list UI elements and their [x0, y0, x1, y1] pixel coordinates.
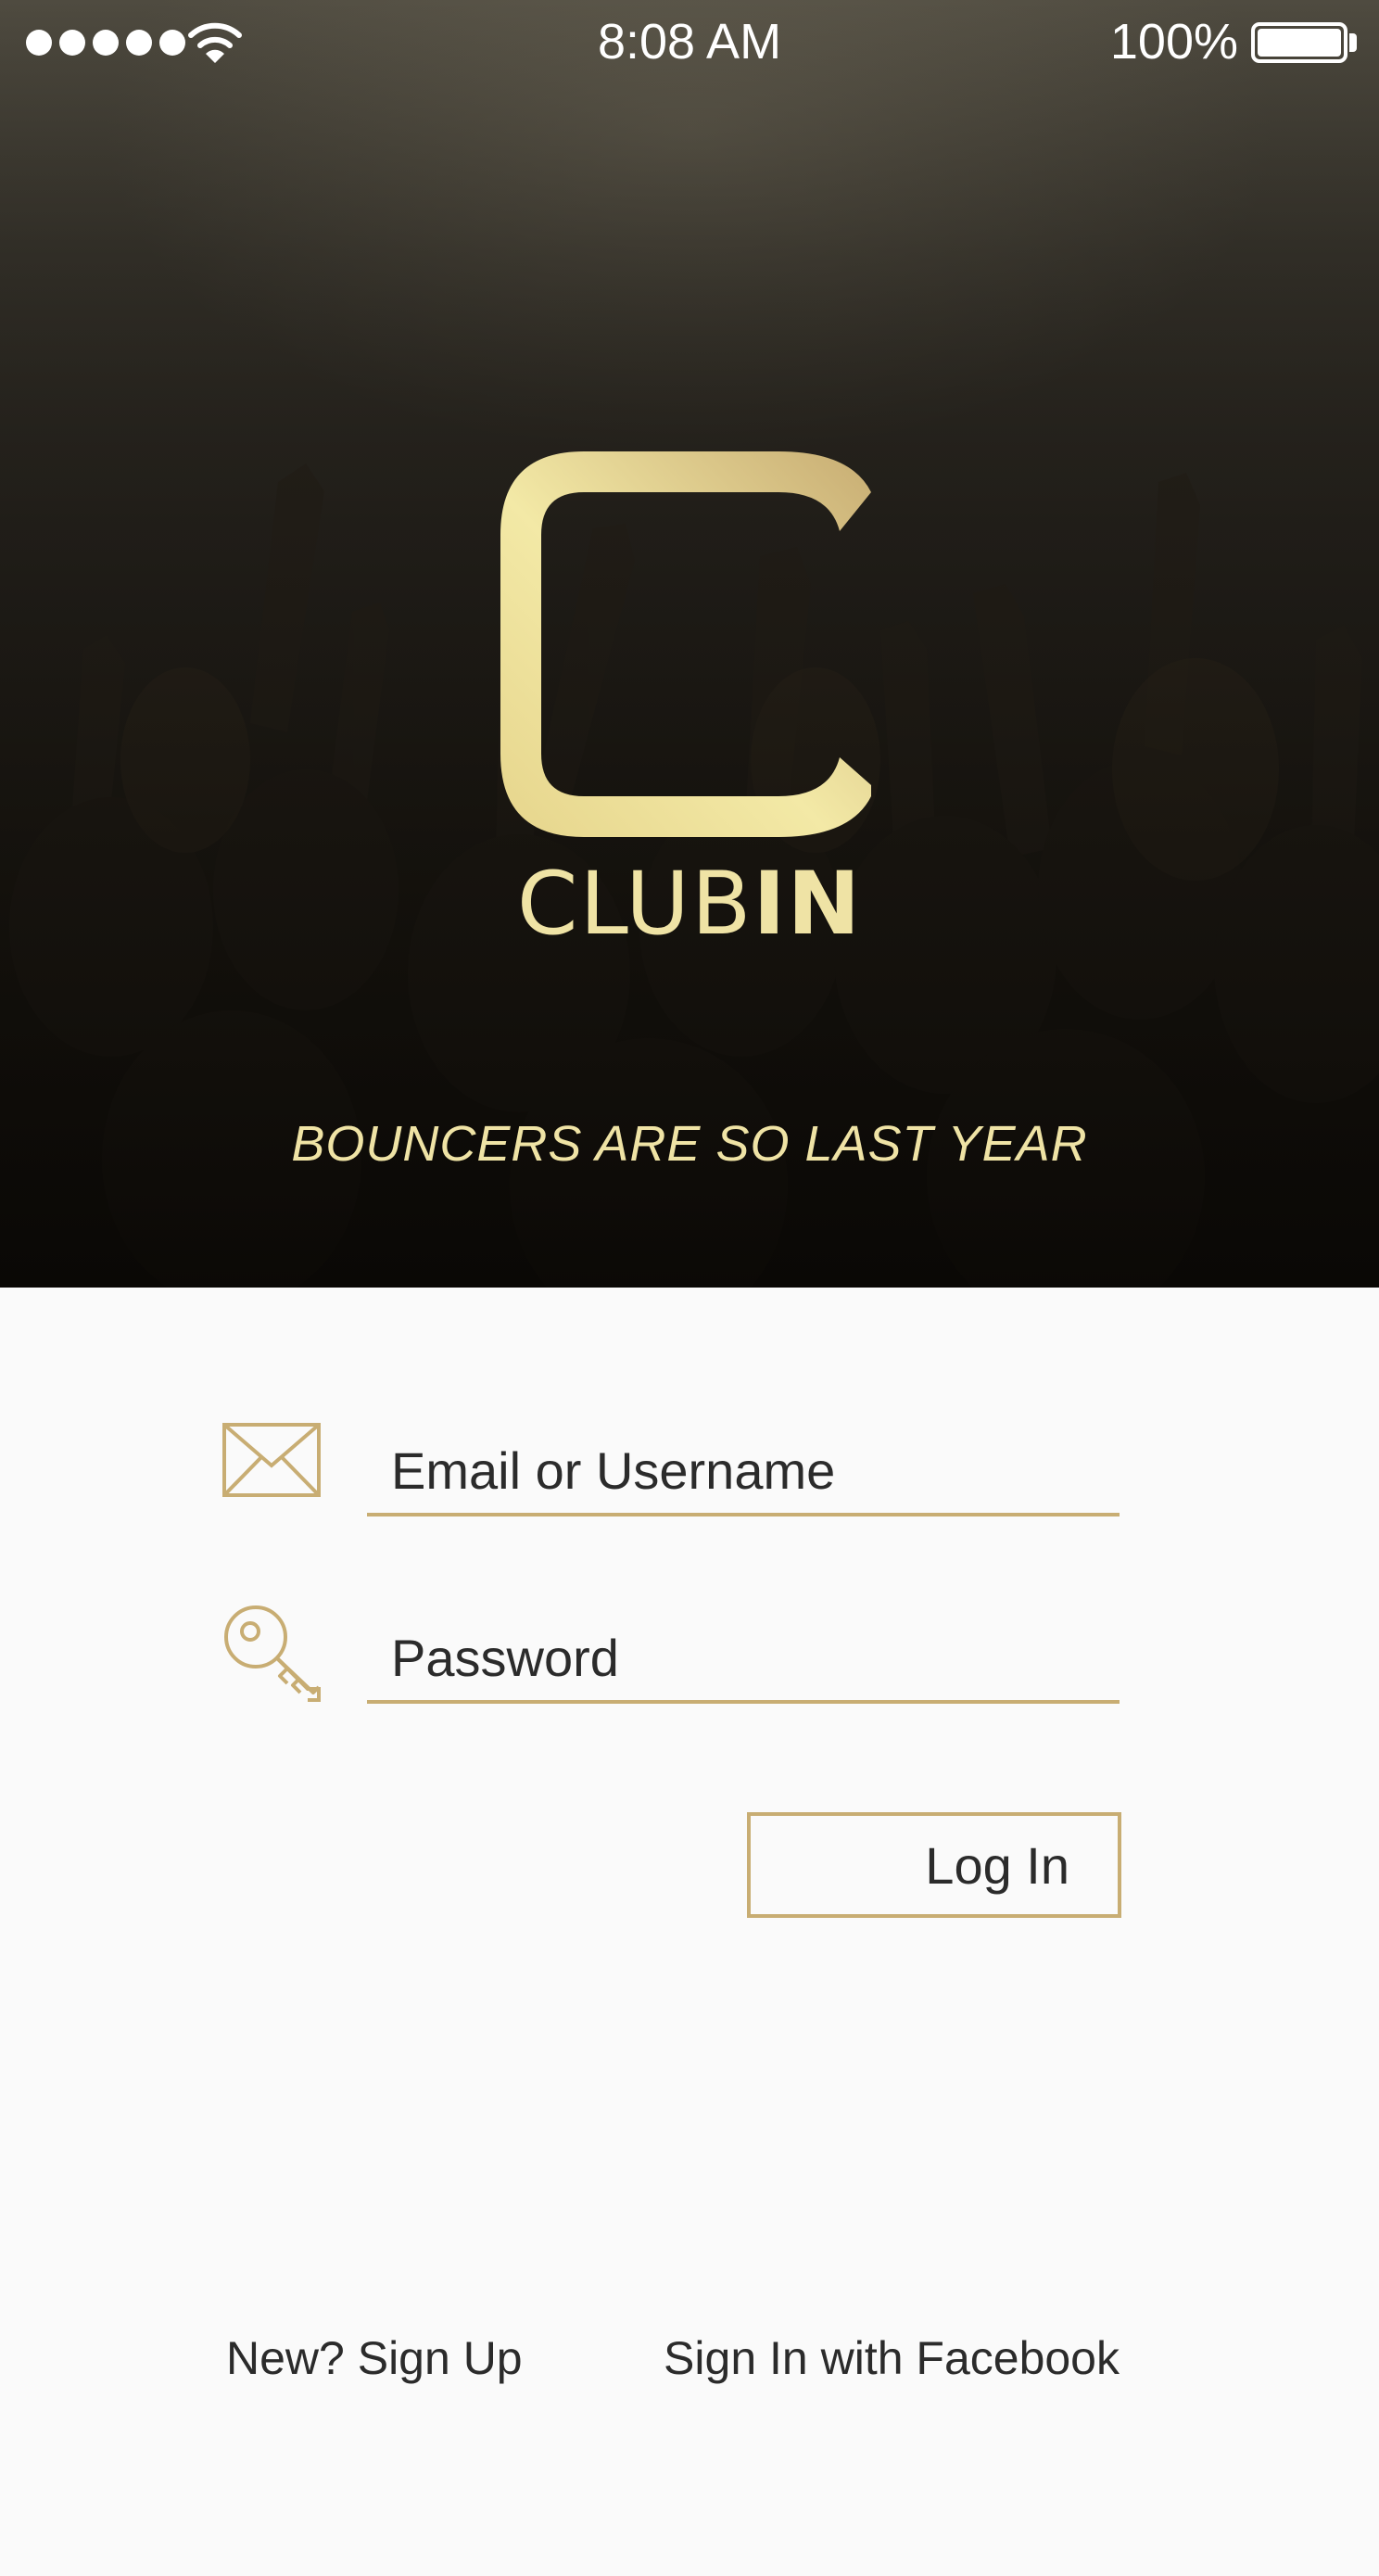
brand-bold-text: IN: [753, 854, 863, 955]
battery-icon: [1251, 22, 1347, 63]
email-field[interactable]: [367, 1428, 1120, 1516]
battery-tip: [1349, 33, 1357, 52]
password-field[interactable]: [367, 1615, 1120, 1704]
battery-percent: 100%: [1109, 14, 1238, 70]
status-bar: 8:08 AM 100%: [0, 0, 1379, 88]
key-icon: [224, 1605, 321, 1702]
hero-banner: 8:08 AM 100% CLUBIN BOUNCERS ARE SO LAST…: [0, 0, 1379, 1288]
brand-light-text: CLUB: [516, 854, 753, 955]
signup-link[interactable]: New? Sign Up: [226, 2331, 523, 2385]
clubin-c-logo-icon: [500, 451, 871, 837]
tagline: BOUNCERS ARE SO LAST YEAR: [291, 1116, 1088, 1172]
login-button[interactable]: Log In: [747, 1812, 1121, 1918]
envelope-icon: [222, 1423, 321, 1497]
brand-wordmark: CLUBIN: [0, 860, 1379, 948]
facebook-signin-link[interactable]: Sign In with Facebook: [664, 2331, 1120, 2385]
